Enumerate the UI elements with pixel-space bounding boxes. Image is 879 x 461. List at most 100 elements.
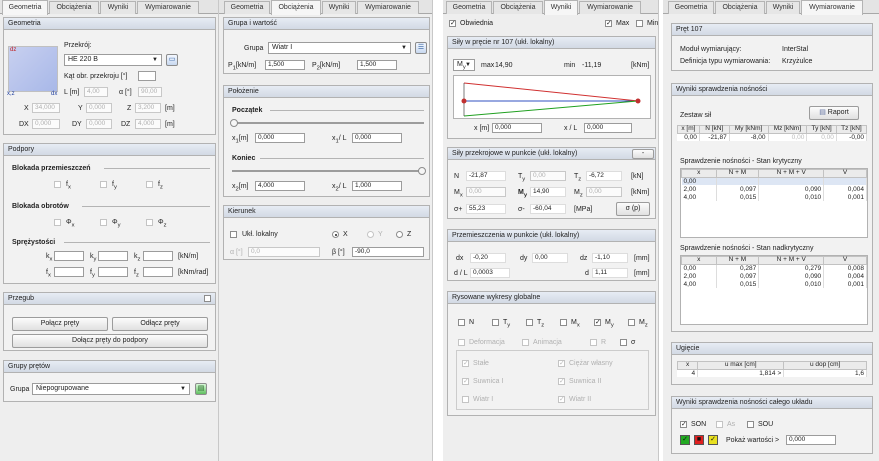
Mx-checkbox[interactable] (560, 319, 567, 326)
tab-design[interactable]: Wymiarowanie (801, 0, 863, 15)
DX-input[interactable]: 0,000 (32, 119, 60, 129)
radio-y[interactable] (367, 231, 374, 238)
connect-support-button[interactable]: Dołącz pręty do podpory (12, 334, 208, 348)
tab-geometry[interactable]: Geometria (668, 1, 714, 14)
tab-loads[interactable]: Obciążenia (49, 1, 99, 14)
p1-input[interactable]: 1,500 (265, 60, 305, 70)
My-checkbox[interactable]: ✓ (594, 319, 601, 326)
ciezar-checkbox[interactable]: ✓ (558, 360, 565, 367)
group-edit-icon[interactable]: ▤ (195, 383, 207, 395)
sigma-p-button[interactable]: σ (p) (616, 202, 650, 216)
tab-geometry[interactable]: Geometria (446, 1, 492, 14)
connect-button[interactable]: Połącz pręty (12, 317, 108, 331)
stale-checkbox[interactable]: ✓ (462, 360, 469, 367)
wiatr2-checkbox[interactable]: ✓ (558, 396, 565, 403)
alpha-input[interactable]: 90,00 (138, 87, 162, 97)
x1L-input[interactable]: 0,000 (352, 133, 402, 143)
tab-results[interactable]: Wyniki (322, 1, 356, 14)
tab-results[interactable]: Wyniki (544, 0, 578, 15)
tab-results[interactable]: Wyniki (766, 1, 800, 14)
X-input[interactable]: 34,000 (32, 103, 60, 113)
min-checkbox[interactable] (636, 20, 643, 27)
phiy-checkbox[interactable] (100, 219, 107, 226)
x1-input[interactable]: 0,000 (255, 133, 305, 143)
angle-input[interactable] (138, 71, 156, 81)
fx-checkbox[interactable] (54, 181, 61, 188)
Z-input[interactable]: 3,200 (135, 103, 161, 113)
table-row[interactable]: 0,00 0,287 0,279 0,008 (681, 264, 867, 272)
fz-checkbox[interactable] (146, 181, 153, 188)
son-checkbox[interactable]: ✓ (680, 421, 687, 428)
xL-input[interactable]: 0,000 (584, 123, 632, 133)
group-list-icon[interactable]: ☰ (415, 42, 427, 54)
beta-input[interactable]: -90,0 (352, 247, 424, 257)
tab-results[interactable]: Wyniki (100, 1, 136, 14)
local-checkbox[interactable] (230, 231, 237, 238)
table-row[interactable]: 2,00 0,097 0,090 0,004 (681, 272, 867, 280)
p2-input[interactable]: 1,500 (357, 60, 397, 70)
sigma-checkbox[interactable] (620, 339, 627, 346)
show-values-input[interactable]: 0,000 (786, 435, 836, 445)
tab-loads[interactable]: Obciążenia (715, 1, 765, 14)
suwnica2-checkbox[interactable]: ✓ (558, 378, 565, 385)
joint-checkbox[interactable] (204, 295, 211, 302)
fy-spring-input[interactable] (98, 267, 128, 277)
Ty-checkbox[interactable] (492, 319, 499, 326)
yellow-status-icon[interactable]: ✓ (708, 435, 718, 445)
table-row[interactable]: 4 1,814 >1,6 (677, 369, 867, 377)
profile-library-icon[interactable]: ▭ (166, 54, 178, 66)
tab-design[interactable]: Wymiarowanie (579, 1, 641, 14)
start-slider[interactable] (232, 122, 424, 124)
suwnica1-checkbox[interactable]: ✓ (462, 378, 469, 385)
fy-checkbox[interactable] (100, 181, 107, 188)
tab-design[interactable]: Wymiarowanie (357, 1, 419, 14)
green-status-icon[interactable]: ✓ (680, 435, 690, 445)
tab-loads[interactable]: Obciążenia (493, 1, 543, 14)
force-type-select[interactable]: My ▼ (453, 59, 475, 71)
kx-input[interactable] (54, 251, 84, 261)
Y-input[interactable]: 0,000 (86, 103, 112, 113)
fx-spring-input[interactable] (54, 267, 84, 277)
x-input[interactable]: 0,000 (492, 123, 542, 133)
fz-spring-input[interactable] (143, 267, 173, 277)
disconnect-button[interactable]: Odłącz pręty (112, 317, 208, 331)
sou-checkbox[interactable] (747, 421, 754, 428)
group-select[interactable]: Niepogrupowane ▼ (32, 383, 190, 395)
kz-input[interactable] (143, 251, 173, 261)
end-slider-handle[interactable] (418, 167, 426, 175)
envelope-checkbox[interactable]: ✓ (449, 20, 456, 27)
table-row[interactable]: 4,00 0,015 0,010 0,001 (681, 193, 867, 201)
L-input[interactable]: 4,00 (84, 87, 108, 97)
anim-checkbox[interactable] (522, 339, 529, 346)
tab-geometry[interactable]: Geometria (224, 1, 270, 14)
table-row[interactable]: 4,00 0,015 0,010 0,001 (681, 280, 867, 288)
tab-loads[interactable]: Obciążenia (271, 0, 321, 15)
deform-checkbox[interactable] (458, 339, 465, 346)
radio-z[interactable] (396, 231, 403, 238)
Mz-checkbox[interactable] (628, 319, 635, 326)
wiatr1-checkbox[interactable] (462, 396, 469, 403)
x2L-input[interactable]: 1,000 (352, 181, 402, 191)
Tz-checkbox[interactable] (526, 319, 533, 326)
load-group-select[interactable]: Wiatr I ▼ (268, 42, 411, 54)
end-slider[interactable] (232, 170, 424, 172)
point-options-button[interactable]: - (632, 149, 654, 159)
table-row[interactable]: 0,00 (681, 177, 867, 185)
table-row[interactable]: 2,00 0,097 0,090 0,004 (681, 185, 867, 193)
DY-input[interactable]: 0,000 (86, 119, 112, 129)
phix-checkbox[interactable] (54, 219, 61, 226)
red-status-icon[interactable]: ■ (694, 435, 704, 445)
tab-design[interactable]: Wymiarowanie (137, 1, 199, 14)
alpha-input[interactable]: 0,0 (248, 247, 320, 257)
x2-input[interactable]: 4,000 (255, 181, 305, 191)
phiz-checkbox[interactable] (146, 219, 153, 226)
as-checkbox[interactable] (716, 421, 723, 428)
report-button[interactable]: ▤ Raport (809, 106, 859, 120)
N-checkbox[interactable] (458, 319, 465, 326)
DZ-input[interactable]: 4,000 (135, 119, 161, 129)
profile-select[interactable]: HE 220 B ▼ (64, 54, 162, 66)
table-row[interactable]: 0,00 -21,87 -8,00 0,00 0,00 -0,00 (677, 133, 868, 141)
R-checkbox[interactable] (590, 339, 597, 346)
tab-geometry[interactable]: Geometria (2, 0, 48, 15)
max-checkbox[interactable]: ✓ (605, 20, 612, 27)
